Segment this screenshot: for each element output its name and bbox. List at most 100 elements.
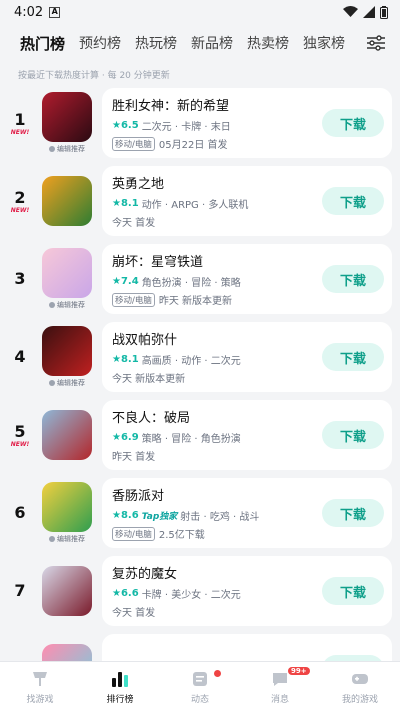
- game-card[interactable]: 战双帕弥什 ★8.1 高画质 · 动作 · 二次元 今天 新版本更新 下载: [102, 322, 392, 392]
- game-card[interactable]: 胜利女神：新的希望 ★6.5 二次元 · 卡牌 · 末日 移动/电脑 05月22日 首发…: [102, 88, 392, 158]
- download-button[interactable]: 下载: [322, 499, 384, 527]
- tap-exclusive-badge: Tap独家: [141, 512, 178, 522]
- tab-hot-play[interactable]: 热玩榜: [135, 27, 177, 60]
- game-card[interactable]: 英勇之地 ★8.1 动作 · ARPG · 多人联机 今天 首发 下载: [102, 166, 392, 236]
- game-tags: 二次元 · 卡牌 · 末日: [141, 122, 231, 133]
- tab-reserve[interactable]: 预约榜: [79, 27, 121, 60]
- app-icon-wrapper[interactable]: [38, 162, 96, 240]
- game-sub: 移动/电脑 2.5亿下载: [112, 526, 322, 541]
- nav-label: 排行榜: [106, 695, 134, 705]
- filter-button[interactable]: [362, 29, 390, 57]
- ranking-icon: [109, 668, 131, 690]
- update-notice: 按最近下载热度计算 · 每 20 分钟更新: [18, 71, 170, 81]
- nav-label: 动态: [190, 695, 209, 705]
- nav-item-my-games[interactable]: 我的游戏: [320, 662, 400, 711]
- app-icon[interactable]: [42, 176, 92, 226]
- editor-pick-icon: [49, 302, 55, 308]
- rank: 3: [8, 240, 32, 318]
- game-list: 1 NEW! 编辑推荐 胜利女神：新的希望 ★6.5 二次元 · 卡牌 · 末日 移动/电脑…: [0, 84, 400, 708]
- rank-number: 4: [14, 347, 26, 366]
- game-tags: 动作 · ARPG · 多人联机: [141, 200, 249, 211]
- game-card[interactable]: 香肠派对 ★8.6 Tap独家 射击 · 吃鸡 · 战斗 移动/电脑 2.5亿下载 下载: [102, 478, 392, 548]
- game-meta: ★8.1 动作 · ARPG · 多人联机: [112, 196, 322, 211]
- rating-score: ★6.5: [112, 120, 139, 131]
- game-info: 英勇之地 ★8.1 动作 · ARPG · 多人联机 今天 首发: [112, 173, 322, 229]
- game-name: 不良人：破局: [112, 411, 191, 426]
- game-info: 崩坏：星穹铁道 ★7.4 角色扮演 · 冒险 · 策略 移动/电脑 昨天 新版本更新: [112, 251, 322, 307]
- download-button[interactable]: 下载: [322, 109, 384, 137]
- platform-tag: 移动/电脑: [112, 292, 155, 307]
- game-sub: 今天 新版本更新: [112, 370, 322, 385]
- app-icon[interactable]: [42, 566, 92, 616]
- game-tags: 高画质 · 动作 · 二次元: [141, 356, 241, 367]
- tab-new[interactable]: 新品榜: [191, 27, 233, 60]
- nav-label: 消息: [270, 695, 289, 705]
- app-icon[interactable]: [42, 482, 92, 532]
- editor-pick-label: 编辑推荐: [57, 379, 85, 387]
- release-note: 昨天 首发: [112, 452, 156, 463]
- list-item: 7 复苏的魔女 ★6.6 卡牌 · 美少女 · 二次元 今天 首发 下载: [8, 552, 392, 630]
- download-button[interactable]: 下载: [322, 265, 384, 293]
- rank: 4: [8, 318, 32, 396]
- download-button[interactable]: 下载: [322, 577, 384, 605]
- rank-number: 1: [14, 109, 26, 129]
- nav-item-gamepad[interactable]: 找游戏: [0, 662, 80, 711]
- game-sub: 移动/电脑 昨天 新版本更新: [112, 292, 322, 307]
- tab-hot[interactable]: 热门榜: [20, 27, 68, 60]
- app-icon-wrapper[interactable]: 编辑推荐: [38, 240, 96, 318]
- game-info: 胜利女神：新的希望 ★6.5 二次元 · 卡牌 · 末日 移动/电脑 05月22日 首发: [112, 95, 322, 151]
- game-meta: ★6.9 策略 · 冒险 · 角色扮演: [112, 430, 322, 445]
- game-meta: ★8.1 高画质 · 动作 · 二次元: [112, 352, 322, 367]
- tab-exclusive[interactable]: 独家榜: [303, 27, 345, 60]
- nav-item-feed[interactable]: 动态: [160, 662, 240, 711]
- app-icon[interactable]: [42, 248, 92, 298]
- new-badge: NEW!: [10, 128, 30, 136]
- download-button[interactable]: 下载: [322, 343, 384, 371]
- game-sub: 今天 首发: [112, 214, 322, 229]
- game-tags: 策略 · 冒险 · 角色扮演: [141, 434, 241, 445]
- editor-pick-tag: 编辑推荐: [49, 378, 85, 388]
- app-icon-wrapper[interactable]: [38, 552, 96, 630]
- app-icon[interactable]: [42, 326, 92, 376]
- rating-score: ★8.1: [112, 198, 139, 209]
- game-card[interactable]: 复苏的魔女 ★6.6 卡牌 · 美少女 · 二次元 今天 首发 下载: [102, 556, 392, 626]
- nav-item-ranking[interactable]: 排行榜: [80, 662, 160, 711]
- list-item: 3 编辑推荐 崩坏：星穹铁道 ★7.4 角色扮演 · 冒险 · 策略 移动/电脑 昨天 新版…: [8, 240, 392, 318]
- nav-label: 我的游戏: [341, 695, 378, 705]
- list-item: 5 NEW! 不良人：破局 ★6.9 策略 · 冒险 · 角色扮演 昨天 首发 下载: [8, 396, 392, 474]
- game-tags: 卡牌 · 美少女 · 二次元: [141, 590, 241, 601]
- bottom-nav: 找游戏 排行榜 动态 消息 99+ 我的游戏: [0, 661, 400, 711]
- filter-icon: [367, 35, 385, 51]
- nav-item-message[interactable]: 消息 99+: [240, 662, 320, 711]
- app-icon-wrapper[interactable]: [38, 396, 96, 474]
- game-card[interactable]: 不良人：破局 ★6.9 策略 · 冒险 · 角色扮演昨天 首发 下载: [102, 400, 392, 470]
- my-games-icon: [349, 668, 371, 690]
- tab-best-sell[interactable]: 热卖榜: [247, 27, 289, 60]
- app-icon[interactable]: [42, 92, 92, 142]
- rank: 1 NEW!: [8, 84, 32, 162]
- game-meta: ★7.4 角色扮演 · 冒险 · 策略: [112, 274, 322, 289]
- rank: 7: [8, 552, 32, 630]
- game-card[interactable]: 崩坏：星穹铁道 ★7.4 角色扮演 · 冒险 · 策略 移动/电脑 昨天 新版本更新 下载: [102, 244, 392, 314]
- game-sub: 移动/电脑 05月22日 首发: [112, 136, 322, 151]
- app-icon[interactable]: [42, 410, 92, 460]
- app-icon-wrapper[interactable]: 编辑推荐: [38, 84, 96, 162]
- rating-score: ★7.4: [112, 276, 139, 287]
- editor-pick-label: 编辑推荐: [57, 535, 85, 543]
- app-icon-wrapper[interactable]: 编辑推荐: [38, 318, 96, 396]
- rating-score: ★8.1: [112, 354, 139, 365]
- game-name: 香肠派对: [112, 489, 165, 504]
- download-button[interactable]: 下载: [322, 187, 384, 215]
- list-item: 4 编辑推荐 战双帕弥什 ★8.1 高画质 · 动作 · 二次元 今天 新版本更新 下载: [8, 318, 392, 396]
- rank: 2 NEW!: [8, 162, 32, 240]
- game-name: 战双帕弥什: [112, 333, 178, 348]
- wifi-icon: [343, 6, 358, 17]
- editor-pick-tag: 编辑推荐: [49, 144, 85, 154]
- platform-tag: 移动/电脑: [112, 136, 155, 151]
- game-meta: ★6.5 二次元 · 卡牌 · 末日: [112, 118, 322, 133]
- app-icon-wrapper[interactable]: 编辑推荐: [38, 474, 96, 552]
- game-sub: 今天 首发: [112, 604, 322, 619]
- notification-a-icon: A: [49, 6, 61, 18]
- download-button[interactable]: 下载: [322, 421, 384, 449]
- game-info: 战双帕弥什 ★8.1 高画质 · 动作 · 二次元 今天 新版本更新: [112, 329, 322, 385]
